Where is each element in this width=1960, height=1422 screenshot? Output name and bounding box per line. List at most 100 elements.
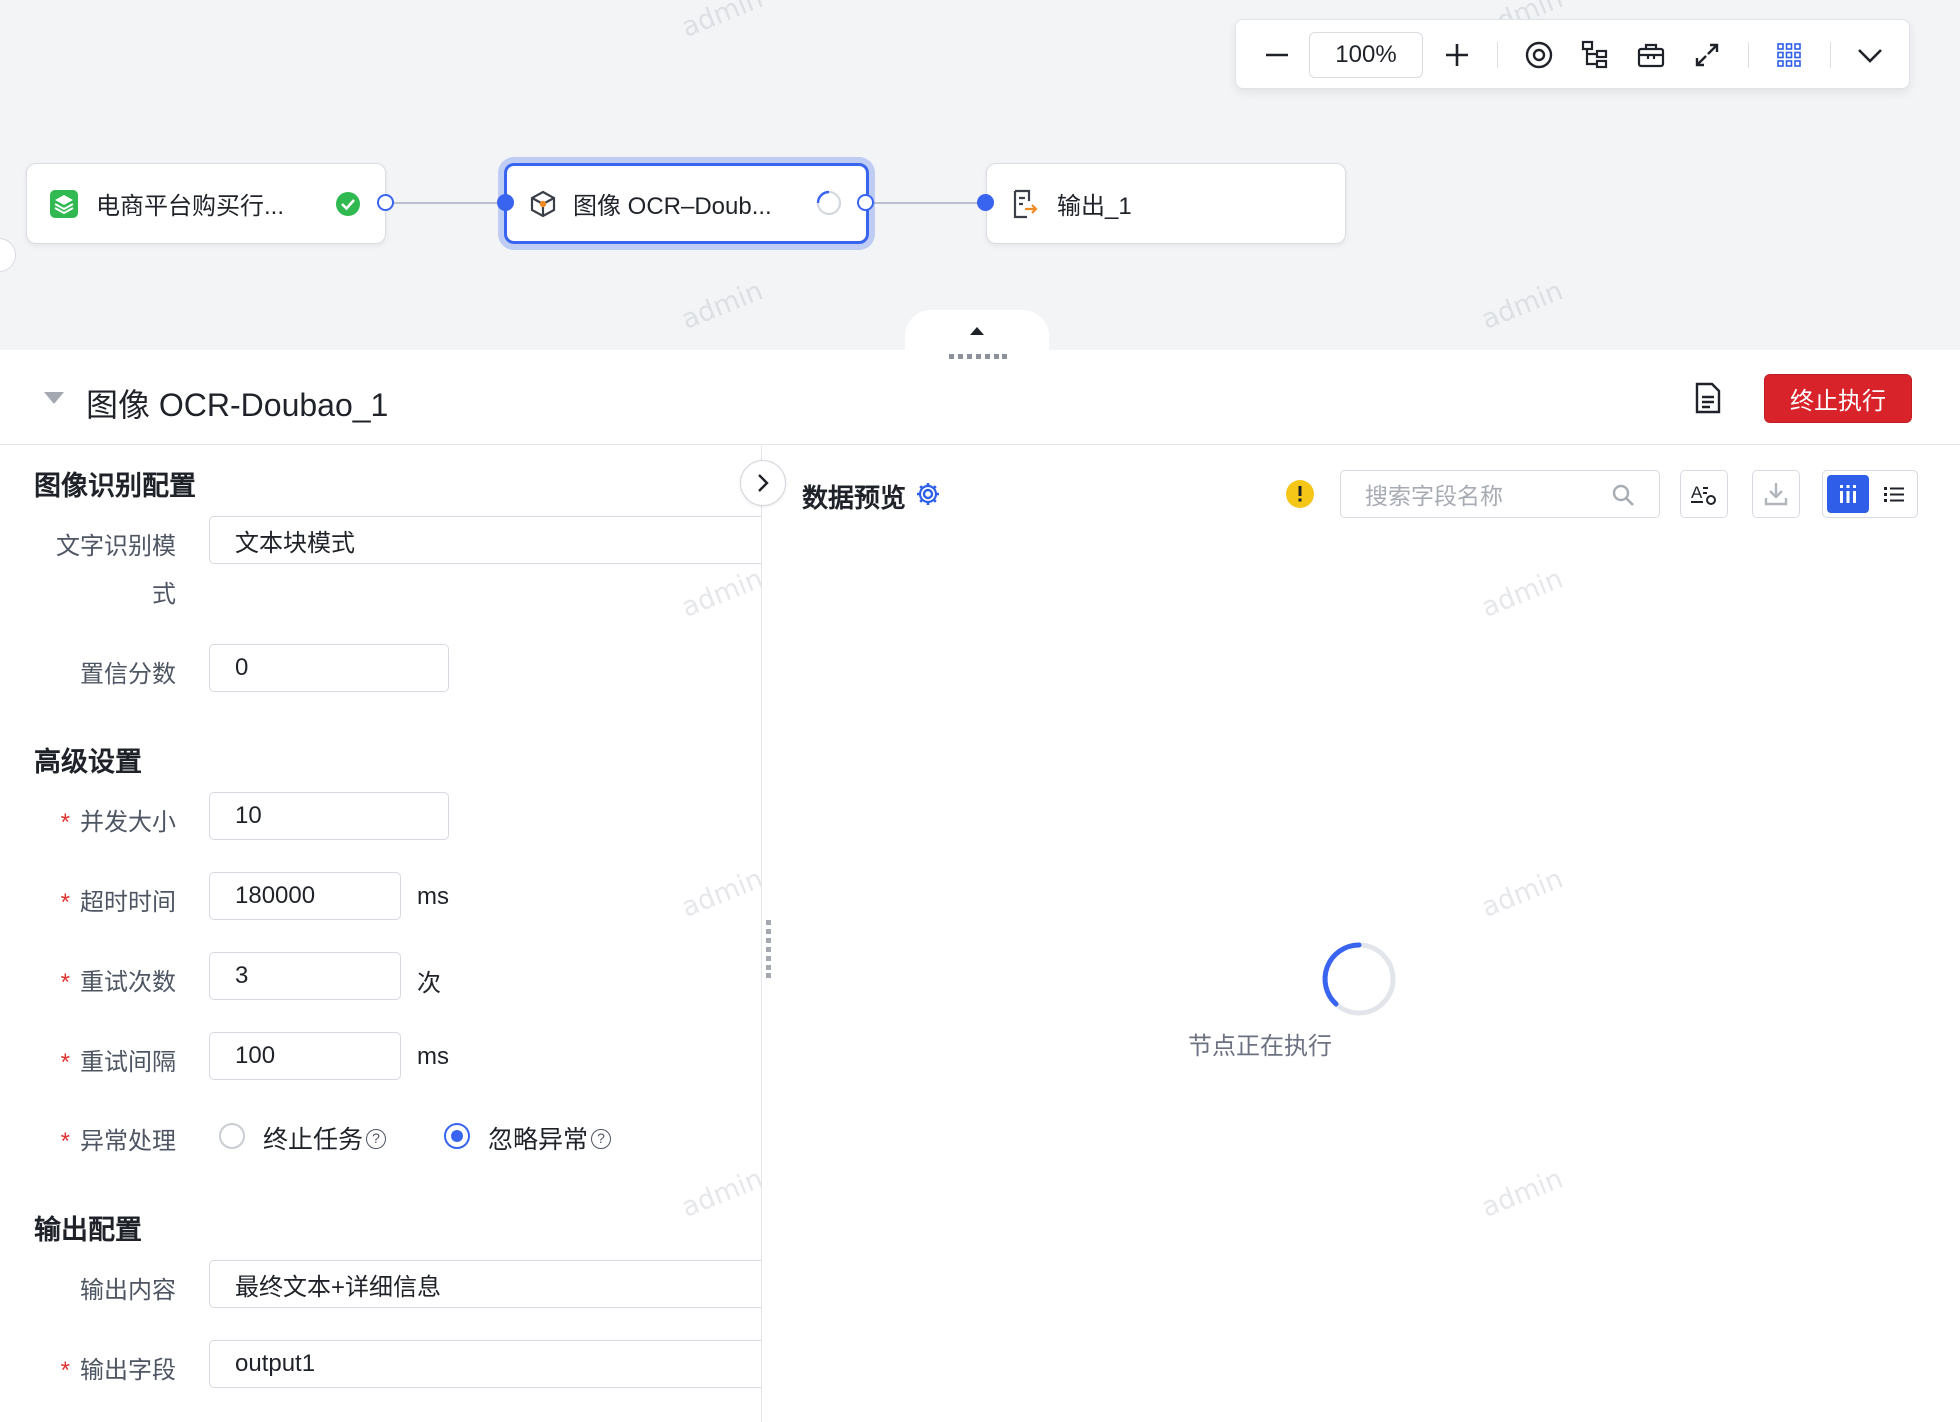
zoom-out-button[interactable]: [1255, 33, 1299, 77]
output-doc-icon: [1013, 189, 1038, 218]
preview-title: 数据预览: [802, 483, 907, 513]
minimap-button[interactable]: [1767, 33, 1811, 77]
output-content-select[interactable]: 最终文本+详细信息: [209, 1260, 761, 1308]
confidence-input[interactable]: 0: [209, 644, 449, 692]
radio-terminate-task[interactable]: [219, 1123, 245, 1149]
search-placeholder: 搜索字段名称: [1365, 483, 1503, 509]
svg-text:A: A: [1691, 483, 1703, 502]
settings-gear-icon[interactable]: [915, 481, 941, 507]
node-title: 图像 OCR–Doub...: [573, 193, 772, 220]
output-port[interactable]: [857, 194, 874, 211]
workflow-canvas[interactable]: admin admin admin admin 100%: [0, 0, 1960, 350]
field-search-input[interactable]: 搜索字段名称: [1340, 470, 1660, 518]
watermark: admin: [677, 863, 762, 924]
toolbar-collapse-button[interactable]: [1848, 33, 1892, 77]
node-source[interactable]: 电商平台购买行...: [26, 163, 386, 244]
chevron-down-icon: [1858, 49, 1882, 63]
data-preview-pane: admin admin admin 数据预览 搜索字段名称 A 节点正在执行: [762, 446, 1960, 1422]
column-view-button[interactable]: [1827, 475, 1869, 513]
zoom-in-button[interactable]: [1435, 33, 1479, 77]
columns-icon: [1840, 485, 1856, 503]
toolbar-divider: [1748, 42, 1749, 68]
loading-status-text: 节点正在执行: [1188, 1033, 1332, 1060]
watermark: admin: [1477, 1163, 1568, 1224]
stop-execution-button[interactable]: 终止执行: [1764, 374, 1912, 423]
section-title-recognition: 图像识别配置: [34, 471, 196, 501]
retry-count-unit: 次: [417, 970, 441, 997]
config-pane: admin admin admin 图像识别配置 文字识别模 式 文本块模式 置…: [0, 446, 762, 1422]
node-title: 电商平台购买行...: [96, 193, 285, 220]
grid-icon: [1777, 43, 1801, 67]
download-button[interactable]: [1752, 470, 1800, 518]
node-output[interactable]: 输出_1: [986, 163, 1346, 244]
canvas-edge-handle[interactable]: [0, 238, 16, 272]
section-title-advanced: 高级设置: [34, 747, 142, 777]
toolbar-divider: [1497, 42, 1498, 68]
timeout-input[interactable]: 180000: [209, 872, 401, 920]
edge-line: [872, 202, 984, 204]
node-detail-panel: 图像 OCR-Doubao_1 终止执行 admin admin admin 图…: [0, 350, 1960, 1422]
minus-icon: [1266, 53, 1288, 57]
watermark: admin: [677, 0, 768, 44]
panel-collapse-tab[interactable]: [905, 310, 1049, 350]
retry-count-input[interactable]: 3: [209, 952, 401, 1000]
expand-icon: [1695, 43, 1719, 67]
panel-header: 图像 OCR-Doubao_1 终止执行: [0, 350, 1960, 445]
watermark: admin: [677, 1163, 762, 1224]
help-icon[interactable]: ?: [366, 1129, 387, 1150]
resize-grip-icon[interactable]: [949, 354, 1007, 362]
watermark: admin: [1477, 863, 1568, 924]
target-icon: [1525, 41, 1553, 69]
node-ocr[interactable]: 图像 OCR–Doub...: [504, 163, 869, 244]
toolbox-icon: [1637, 43, 1665, 68]
zoom-level-display[interactable]: 100%: [1309, 32, 1423, 78]
toolbox-button[interactable]: [1629, 33, 1673, 77]
download-icon: [1764, 483, 1788, 506]
help-icon[interactable]: ?: [591, 1129, 612, 1150]
output-field-input[interactable]: output1: [209, 1340, 761, 1388]
log-document-icon[interactable]: [1694, 382, 1722, 414]
ocr-cube-icon: [530, 190, 556, 217]
confidence-label: 置信分数: [80, 661, 176, 688]
text-mode-select[interactable]: 文本块模式: [209, 516, 761, 564]
caret-down-icon[interactable]: [44, 392, 64, 406]
timeout-label: * 超时时间: [60, 889, 176, 916]
field-settings-button[interactable]: A: [1680, 470, 1728, 518]
list-view-button[interactable]: [1873, 475, 1915, 513]
node-title: 输出_1: [1057, 193, 1132, 220]
list-icon: [1884, 487, 1904, 502]
text-mode-label: 文字识别模: [56, 533, 176, 560]
watermark: admin: [1477, 275, 1568, 336]
locate-button[interactable]: [1517, 33, 1561, 77]
fullscreen-button[interactable]: [1685, 33, 1729, 77]
concurrency-label: * 并发大小: [60, 809, 176, 836]
watermark: admin: [1477, 563, 1568, 624]
view-mode-toggle: [1822, 470, 1918, 518]
canvas-toolbar: 100%: [1235, 19, 1910, 89]
text-mode-label-wrap: 式: [152, 581, 176, 608]
plus-icon: [1446, 44, 1468, 66]
radio-ignore-exception[interactable]: [444, 1123, 470, 1149]
loading-spinner-icon: [1322, 942, 1396, 1016]
output-field-label: * 输出字段: [60, 1357, 176, 1384]
output-content-label: 输出内容: [80, 1277, 176, 1304]
retry-interval-input[interactable]: 100: [209, 1032, 401, 1080]
retry-count-label: * 重试次数: [60, 969, 176, 996]
panel-title: 图像 OCR-Doubao_1: [86, 387, 389, 423]
watermark: admin: [677, 275, 768, 336]
dataset-icon: [50, 189, 78, 218]
warning-icon[interactable]: [1285, 479, 1315, 509]
input-port[interactable]: [497, 194, 514, 211]
watermark: admin: [677, 563, 762, 624]
retry-interval-unit: ms: [417, 1043, 449, 1070]
radio-label-ignore: 忽略异常?: [488, 1120, 612, 1156]
input-port[interactable]: [977, 194, 994, 211]
text-settings-icon: A: [1691, 483, 1716, 505]
concurrency-input[interactable]: 10: [209, 792, 449, 840]
radio-label-terminate: 终止任务?: [263, 1120, 387, 1156]
exception-label: * 异常处理: [60, 1128, 176, 1155]
auto-layout-button[interactable]: [1573, 33, 1617, 77]
loading-spinner-icon: [816, 190, 842, 216]
output-port[interactable]: [377, 194, 394, 211]
caret-up-icon: [970, 327, 984, 335]
